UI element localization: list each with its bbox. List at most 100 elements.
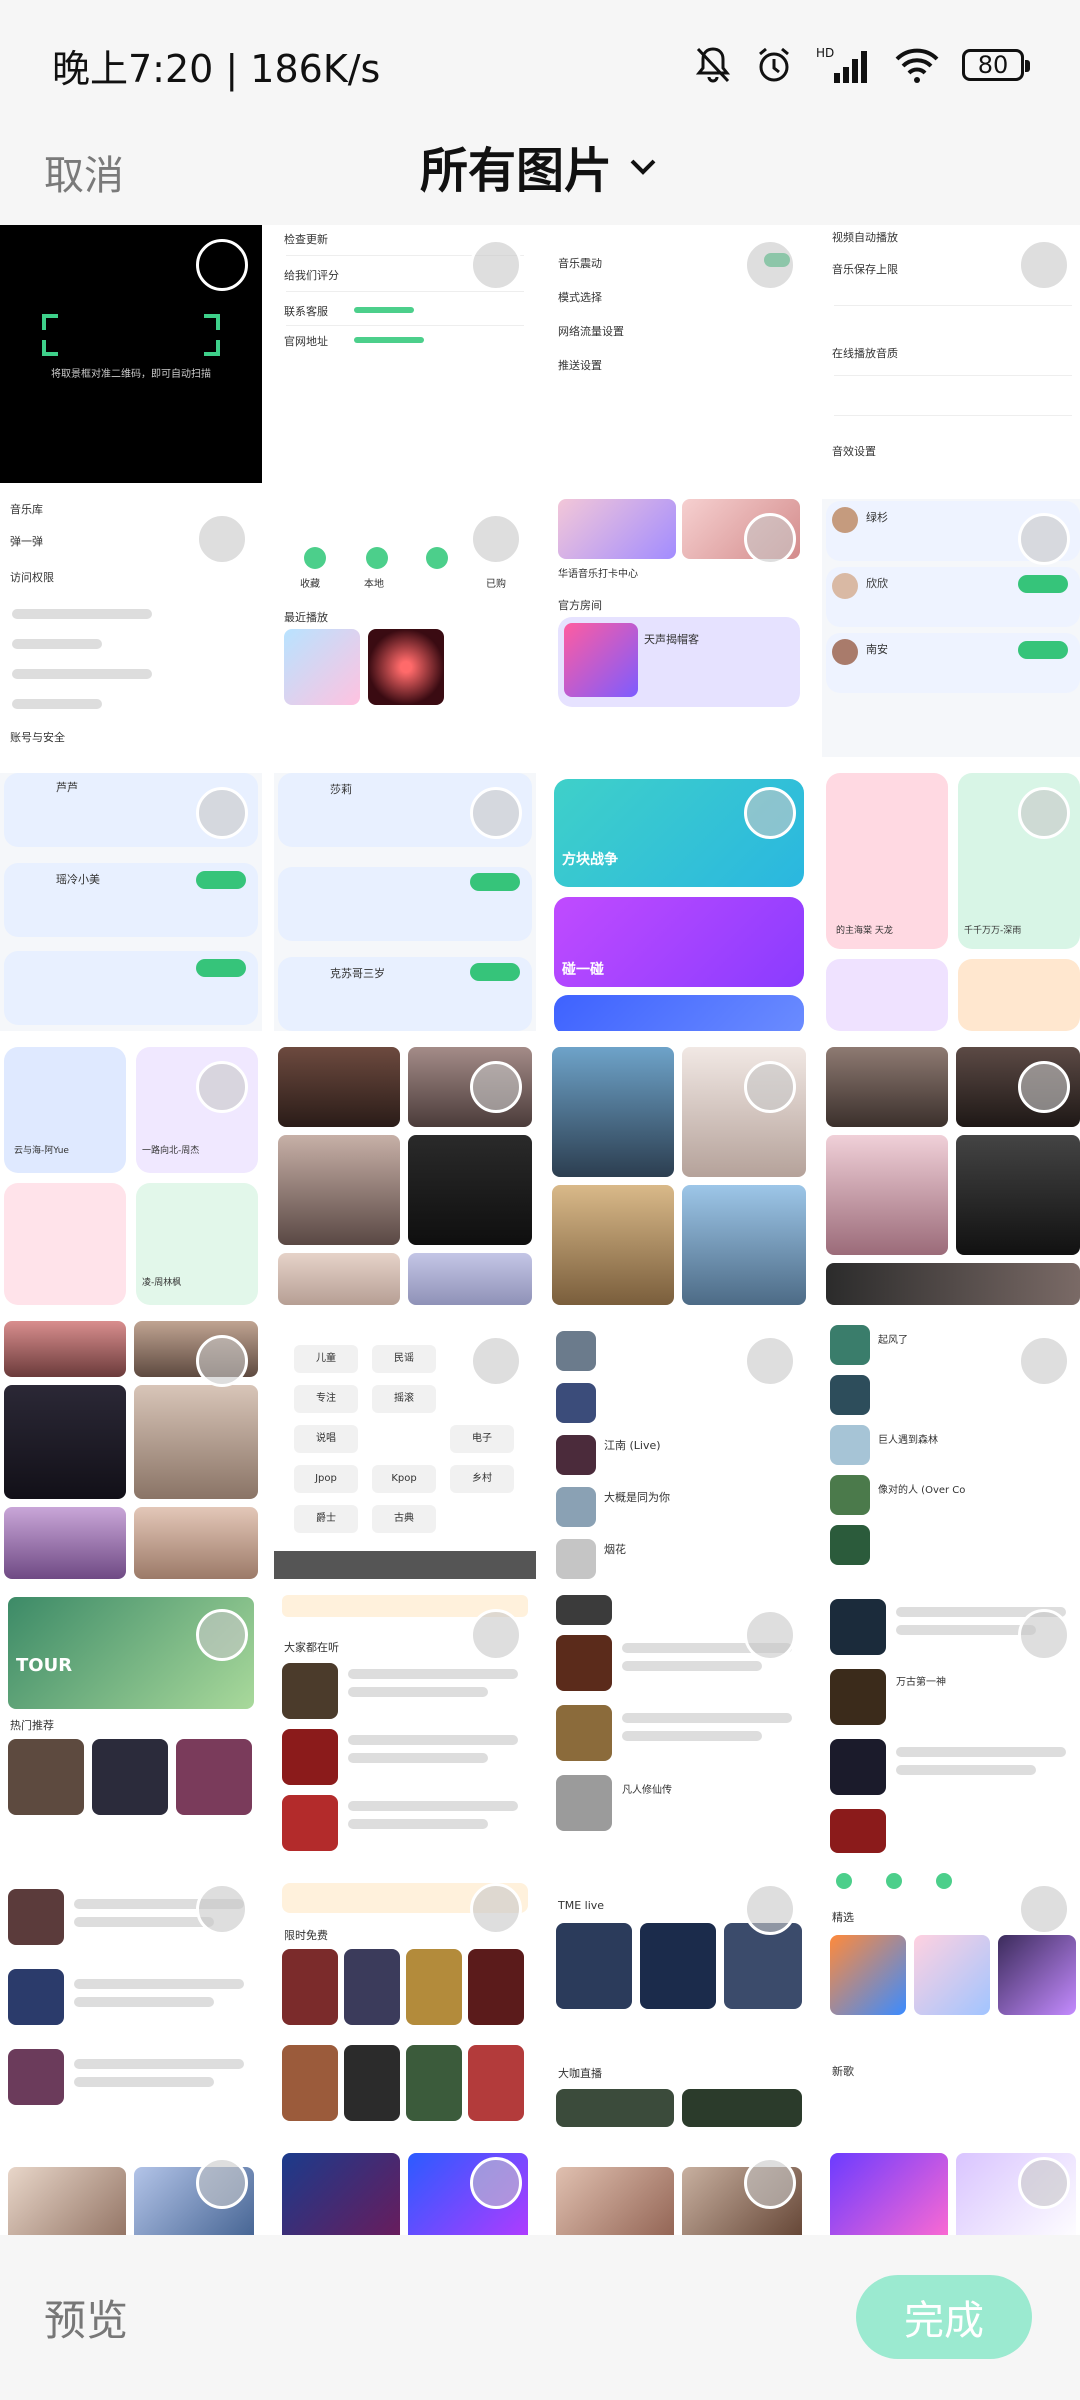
select-circle[interactable] [744,239,796,291]
thumbnail[interactable]: 方块战争 碰一碰 [548,773,810,1031]
select-circle[interactable] [196,1061,248,1113]
select-circle[interactable] [1018,787,1070,839]
done-button[interactable]: 完成 [856,2275,1032,2359]
thumbnail[interactable]: TME live 大咖直播 [548,1869,810,2127]
thumbnail[interactable]: 限时免费 [274,1869,536,2127]
thumbnail[interactable]: 云与海-阿Yue 一路向北-周杰 凌-周林枫 [0,1047,262,1305]
select-circle[interactable] [196,1335,248,1387]
thumb-text: 大概是同为你 [604,1491,670,1504]
thumb-text: 烟花 [604,1543,626,1556]
battery-icon: 80 [962,49,1030,81]
thumbnail[interactable] [274,1047,536,1305]
thumbnail[interactable]: 检查更新 给我们评分 联系客服 官网地址 [274,225,536,483]
thumb-text: 绿杉 [866,511,888,524]
mute-bell-icon [695,47,731,83]
genre-tag: 儿童 [316,1353,336,1364]
thumb-text: 大家都在听 [284,1641,339,1654]
thumb-text: 瑶冷小美 [56,873,100,886]
select-circle[interactable] [196,787,248,839]
select-circle[interactable] [744,1883,796,1935]
select-circle[interactable] [1018,239,1070,291]
thumbnail[interactable]: 音乐库 弹一弹 访问权限 账号与安全 [0,499,262,757]
thumbnail[interactable]: 将取景框对准二维码，即可自动扫描 [0,225,262,483]
thumb-text: 联系客服 [284,305,328,318]
preview-button[interactable]: 预览 [44,2287,128,2348]
top-bar: 取消 所有图片 [0,125,1080,225]
thumb-text: 华语音乐打卡中心 [558,569,638,580]
thumbnail[interactable]: 起风了 巨人遇到森林 像对的人 (Over Co [822,1321,1080,1579]
select-circle[interactable] [744,1609,796,1661]
thumb-text: 弹一弹 [10,535,43,548]
thumbnail[interactable]: 凡人修仙传 [548,1595,810,1853]
thumbnail[interactable]: 大家都在听 [274,1595,536,1853]
thumbnail[interactable] [0,2143,262,2235]
select-circle[interactable] [1018,1335,1070,1387]
select-circle[interactable] [196,1609,248,1661]
select-circle[interactable] [1018,1609,1070,1661]
album-selector[interactable]: 所有图片 [0,131,1080,201]
status-time: 晚上7:20 | 186K/s [52,47,381,91]
thumbnail[interactable]: 绿杉 欣欣 南安 [822,499,1080,757]
thumb-text: TOUR [16,1655,73,1676]
select-circle[interactable] [744,1335,796,1387]
thumbnail[interactable] [0,1869,262,2127]
select-circle[interactable] [744,2157,796,2209]
thumbnail[interactable] [548,2143,810,2235]
select-circle[interactable] [470,1883,522,1935]
genre-tag: 古典 [394,1513,414,1524]
thumb-text: 新歌 [832,2065,854,2078]
select-circle[interactable] [470,1335,522,1387]
select-circle[interactable] [470,1609,522,1661]
select-circle[interactable] [470,2157,522,2209]
thumb-text: 账号与安全 [10,731,65,744]
thumbnail[interactable]: 视频自动播放 音乐保存上限 在线播放音质 音效设置 [822,225,1080,483]
album-title[interactable]: 所有图片 [420,131,612,201]
select-circle[interactable] [744,787,796,839]
select-circle[interactable] [196,239,248,291]
thumb-text: TME live [558,1899,605,1912]
thumbnail[interactable] [274,2143,536,2235]
thumb-text: 像对的人 (Over Co [878,1485,966,1496]
thumbnail[interactable]: 江南 (Live) 大概是同为你 烟花 [548,1321,810,1579]
thumbnail[interactable]: 华语音乐打卡中心 官方房间 天声揭帽客 [548,499,810,757]
thumbnail[interactable]: 万古第一神 [822,1595,1080,1853]
select-circle[interactable] [1018,1061,1070,1113]
select-circle[interactable] [744,1061,796,1113]
genre-tag: 专注 [316,1393,336,1404]
select-circle[interactable] [1018,513,1070,565]
thumbnail[interactable]: 精选 新歌 [822,1869,1080,2127]
select-circle[interactable] [1018,1883,1070,1935]
select-circle[interactable] [196,2157,248,2209]
select-circle[interactable] [470,787,522,839]
thumbnail[interactable]: 儿童 民谣 专注 摇滚 说唱 电子 Jpop Kpop 乡村 爵士 古典 [274,1321,536,1579]
thumbnail[interactable]: 音乐震动 模式选择 网络流量设置 推送设置 [548,225,810,483]
thumbnail[interactable] [0,1321,262,1579]
select-circle[interactable] [744,513,796,565]
status-bar: 晚上7:20 | 186K/s HD 80 [0,0,1080,125]
select-circle[interactable] [196,513,248,565]
select-circle[interactable] [196,1883,248,1935]
thumbnail[interactable] [822,2143,1080,2235]
thumb-text: 千千万万-深雨 [964,926,1022,936]
thumb-text: 巨人遇到森林 [878,1435,938,1446]
select-circle[interactable] [1018,2157,1070,2209]
genre-tag: 乡村 [472,1473,492,1484]
genre-tag: 民谣 [394,1353,414,1364]
thumbnail[interactable]: 收藏 本地 已购 最近播放 [274,499,536,757]
thumb-text: 克苏哥三岁 [330,967,385,980]
select-circle[interactable] [470,1061,522,1113]
thumbnail[interactable] [822,1047,1080,1305]
thumbnail[interactable] [548,1047,810,1305]
thumb-text: 南安 [866,643,888,656]
thumbnail[interactable]: 的主海棠 天龙 千千万万-深雨 [822,773,1080,1031]
select-circle[interactable] [470,239,522,291]
thumb-text: 音乐保存上限 [832,263,898,276]
genre-tag: Kpop [391,1473,417,1484]
thumb-text: 已购 [486,579,506,590]
thumbnail[interactable]: 莎莉 克苏哥三岁 [274,773,536,1031]
thumbnail[interactable]: TOUR 热门推荐 [0,1595,262,1853]
thumbnail[interactable]: 芦芦 瑶冷小美 [0,773,262,1031]
chevron-down-icon[interactable] [626,149,660,183]
select-circle[interactable] [470,513,522,565]
thumb-text: 访问权限 [10,571,54,584]
